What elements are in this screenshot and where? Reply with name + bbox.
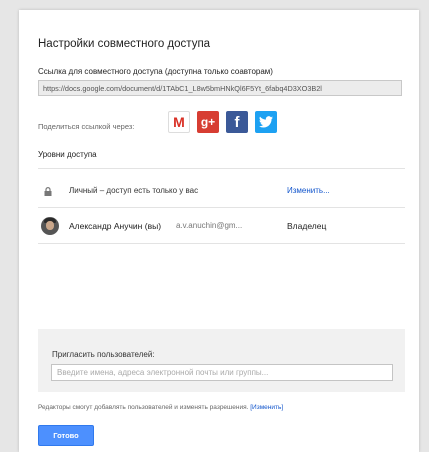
facebook-icon[interactable]: f	[226, 111, 248, 133]
editors-note-text: Редакторы смогут добавлять пользователей…	[38, 404, 249, 411]
avatar	[41, 217, 59, 235]
divider	[38, 168, 405, 169]
share-link-field[interactable]: https://docs.google.com/document/d/1TAbC…	[38, 80, 402, 96]
sharing-dialog: Настройки совместного доступа Ссылка для…	[19, 10, 419, 452]
share-link-label: Ссылка для совместного доступа (доступна…	[38, 67, 273, 76]
done-button[interactable]: Готово	[38, 425, 94, 446]
invite-label: Пригласить пользователей:	[52, 350, 155, 359]
lock-icon	[44, 187, 52, 198]
share-icons-group: M g+ f	[168, 111, 277, 133]
invite-panel: Пригласить пользователей:	[38, 329, 405, 392]
divider	[38, 243, 405, 244]
gmail-icon[interactable]: M	[168, 111, 190, 133]
editors-note: Редакторы смогут добавлять пользователей…	[38, 404, 283, 411]
share-via-label: Поделиться ссылкой через:	[38, 122, 135, 131]
divider	[38, 207, 405, 208]
google-plus-icon[interactable]: g+	[197, 111, 219, 133]
access-level-text: Личный – доступ есть только у вас	[69, 186, 199, 195]
dialog-title: Настройки совместного доступа	[38, 38, 211, 50]
twitter-icon[interactable]	[255, 111, 277, 133]
editors-change-link[interactable]: [Изменить]	[250, 404, 283, 411]
user-name: Александр Анучин (вы)	[69, 221, 162, 231]
change-access-link[interactable]: Изменить...	[287, 186, 330, 195]
user-role: Владелец	[287, 221, 327, 231]
user-email: a.v.anuchin@gm...	[176, 221, 243, 230]
invite-input[interactable]	[51, 364, 393, 381]
access-levels-label: Уровни доступа	[38, 150, 97, 159]
